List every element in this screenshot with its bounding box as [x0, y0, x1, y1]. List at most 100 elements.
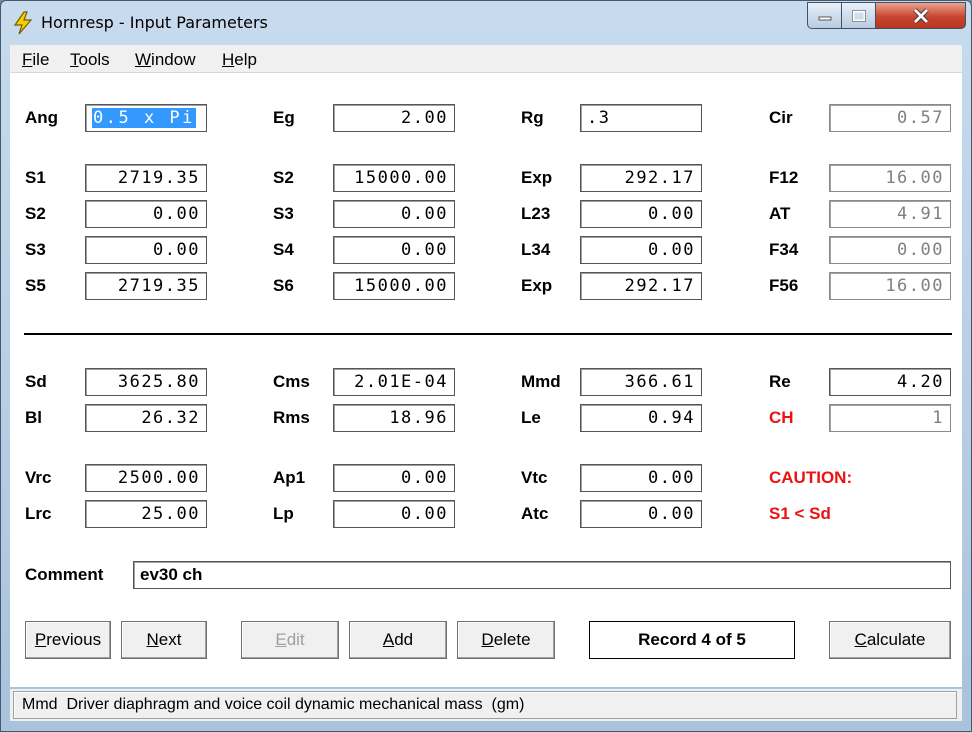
s3-label: S3	[25, 240, 46, 259]
s6-label: S6	[273, 276, 294, 295]
exp2-label: Exp	[521, 276, 553, 295]
next-button[interactable]: Next	[121, 621, 207, 659]
sd-label: Sd	[25, 372, 47, 391]
status-bar: Mmd Driver diaphragm and voice coil dyna…	[10, 689, 962, 721]
at-field[interactable]: 4.91	[829, 200, 951, 228]
re-field[interactable]: 4.20	[829, 368, 951, 396]
s3-field[interactable]: 0.00	[85, 236, 207, 264]
atc-field[interactable]: 0.00	[580, 500, 702, 528]
cir-field[interactable]: 0.57	[829, 104, 951, 132]
s3-field[interactable]: 0.00	[333, 200, 455, 228]
status-text: Mmd Driver diaphragm and voice coil dyna…	[13, 691, 957, 719]
vtc-field[interactable]: 0.00	[580, 464, 702, 492]
caution-text: S1 < Sd	[769, 504, 831, 523]
eg-label: Eg	[273, 108, 295, 127]
vtc-label: Vtc	[521, 468, 548, 487]
edit-button[interactable]: Edit	[241, 621, 339, 659]
menu-file-key: F	[22, 50, 33, 69]
maximize-button[interactable]	[842, 2, 876, 29]
l34-label: L34	[521, 240, 551, 259]
f34-label: F34	[769, 240, 799, 259]
edit-button-key: E	[275, 630, 287, 649]
menu-tools-rest: ools	[78, 50, 110, 69]
section-divider	[24, 333, 952, 335]
ch-field[interactable]: 1	[829, 404, 951, 432]
s3-label: S3	[273, 204, 294, 223]
calculate-button[interactable]: Calculate	[829, 621, 951, 659]
menu-help-rest: elp	[234, 50, 257, 69]
le-field[interactable]: 0.94	[580, 404, 702, 432]
menu-file[interactable]: File	[22, 50, 49, 70]
calculate-button-rest: alculate	[866, 630, 926, 649]
mmd-field[interactable]: 366.61	[580, 368, 702, 396]
rg-field[interactable]: .3	[580, 104, 702, 132]
delete-button[interactable]: Delete	[457, 621, 555, 659]
vrc-field[interactable]: 2500.00	[85, 464, 207, 492]
menu-tools[interactable]: Tools	[70, 50, 110, 70]
s4-field[interactable]: 0.00	[333, 236, 455, 264]
minimize-button[interactable]	[807, 2, 842, 29]
ap1-field[interactable]: 0.00	[333, 464, 455, 492]
minimize-icon	[808, 3, 841, 28]
re-label: Re	[769, 372, 791, 391]
s2-field[interactable]: 0.00	[85, 200, 207, 228]
previous-button[interactable]: Previous	[25, 621, 111, 659]
exp2-field[interactable]: 292.17	[580, 272, 702, 300]
close-icon	[876, 3, 965, 28]
eg-field[interactable]: 2.00	[333, 104, 455, 132]
lp-label: Lp	[273, 504, 294, 523]
menu-window[interactable]: Window	[135, 50, 195, 70]
menu-help[interactable]: Help	[222, 50, 257, 70]
calculate-button-key: C	[854, 630, 867, 649]
add-button-rest: dd	[394, 630, 414, 649]
menu-window-rest: indow	[151, 50, 196, 69]
ang-label: Ang	[25, 108, 59, 127]
delete-button-key: D	[481, 630, 494, 649]
f56-label: F56	[769, 276, 799, 295]
f12-field[interactable]: 16.00	[829, 164, 951, 192]
rg-label: Rg	[521, 108, 544, 127]
s5-field[interactable]: 2719.35	[85, 272, 207, 300]
s6-field[interactable]: 15000.00	[333, 272, 455, 300]
lightning-bolt-icon	[13, 11, 33, 35]
rms-field[interactable]: 18.96	[333, 404, 455, 432]
atc-label: Atc	[521, 504, 549, 523]
s5-label: S5	[25, 276, 46, 295]
title-bar[interactable]: Hornresp - Input Parameters	[1, 1, 971, 43]
main-window: Hornresp - Input Parameters File Tools W…	[0, 0, 972, 732]
lrc-label: Lrc	[25, 504, 52, 523]
ang-field[interactable]: 0.5 x Pi	[85, 104, 207, 132]
next-button-rest: ext	[158, 630, 182, 649]
exp-label: Exp	[521, 168, 553, 187]
l34-field[interactable]: 0.00	[580, 236, 702, 264]
previous-button-rest: revious	[46, 630, 102, 649]
close-button[interactable]	[876, 2, 966, 29]
rms-label: Rms	[273, 408, 310, 427]
bl-field[interactable]: 26.32	[85, 404, 207, 432]
s1-field[interactable]: 2719.35	[85, 164, 207, 192]
menu-file-rest: ile	[32, 50, 50, 69]
s2-field[interactable]: 15000.00	[333, 164, 455, 192]
record-indicator: Record 4 of 5	[589, 621, 795, 659]
add-button[interactable]: Add	[349, 621, 447, 659]
caution-title: CAUTION:	[769, 468, 853, 487]
f56-field[interactable]: 16.00	[829, 272, 951, 300]
comment-field[interactable]: ev30 ch	[133, 561, 951, 589]
menu-window-key: W	[135, 50, 152, 69]
f34-field[interactable]: 0.00	[829, 236, 951, 264]
lp-field[interactable]: 0.00	[333, 500, 455, 528]
maximize-icon	[842, 3, 875, 28]
cir-label: Cir	[769, 108, 793, 127]
s4-label: S4	[273, 240, 294, 259]
sd-field[interactable]: 3625.80	[85, 368, 207, 396]
l23-field[interactable]: 0.00	[580, 200, 702, 228]
exp-field[interactable]: 292.17	[580, 164, 702, 192]
ap1-label: Ap1	[273, 468, 306, 487]
menu-tools-key: T	[70, 50, 79, 69]
bl-label: Bl	[25, 408, 42, 427]
edit-button-rest: dit	[286, 630, 305, 649]
lrc-field[interactable]: 25.00	[85, 500, 207, 528]
s1-label: S1	[25, 168, 46, 187]
cms-field[interactable]: 2.01E-04	[333, 368, 455, 396]
s2-label: S2	[273, 168, 294, 187]
